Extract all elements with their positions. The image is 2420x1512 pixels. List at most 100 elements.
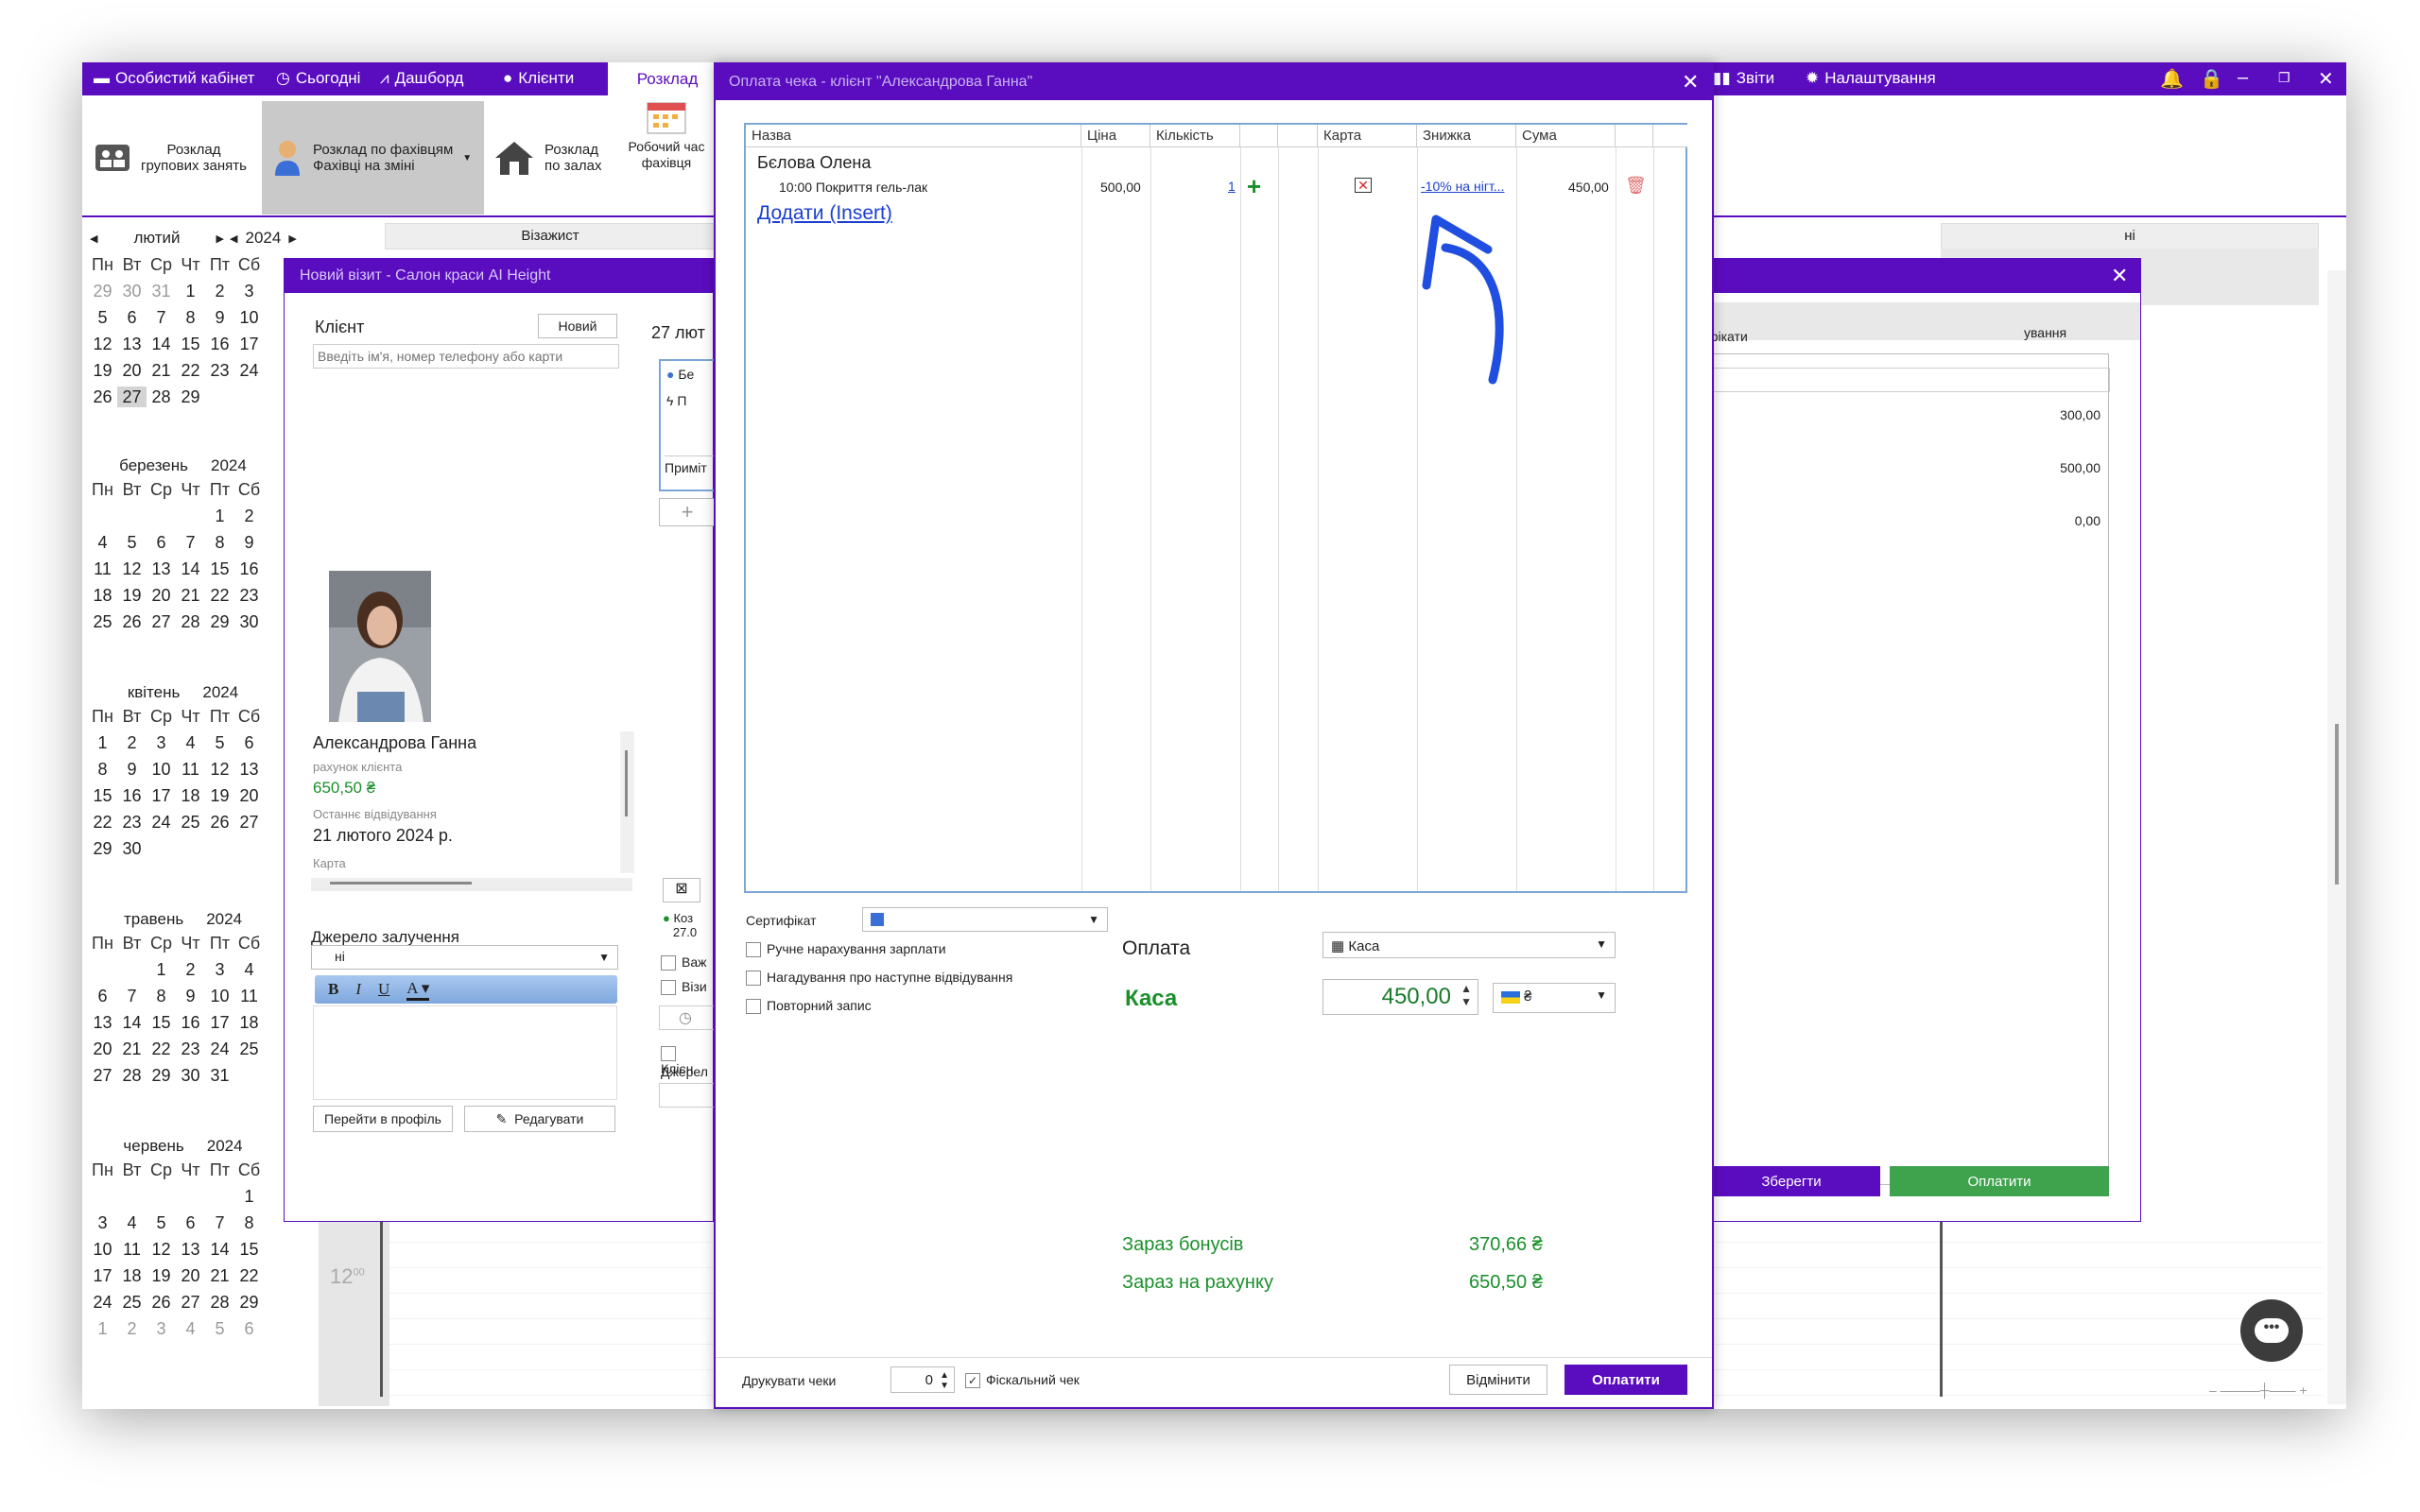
calendar-day[interactable]: 12 <box>147 1239 176 1260</box>
print-count-input[interactable]: 0 ▲ ▼ <box>890 1366 955 1393</box>
appointment-card[interactable]: ● Бе ϟ П Приміт <box>659 359 716 491</box>
chat-icon[interactable]: ••• <box>2240 1299 2303 1362</box>
calendar-day[interactable]: 10 <box>205 986 234 1006</box>
calendar-day[interactable]: 18 <box>176 785 205 806</box>
prev-month-icon[interactable]: ◀ <box>90 232 97 245</box>
calendar-day[interactable]: 1 <box>176 281 205 301</box>
calendar-day[interactable]: 18 <box>234 1012 264 1033</box>
calendar-day[interactable]: 1 <box>205 506 234 526</box>
calendar-day[interactable]: 2 <box>117 1318 147 1339</box>
calendar-day[interactable]: 21 <box>205 1265 234 1286</box>
payment-method-select[interactable]: ▦ Каса ▼ <box>1322 932 1616 958</box>
zoom-slider[interactable]: – ———┼—— + <box>2209 1383 2332 1401</box>
calendar-day[interactable]: 8 <box>147 986 176 1006</box>
certificate-select[interactable]: ▼ <box>862 907 1108 932</box>
manual-salary-checkbox[interactable]: Ручне нарахування зарплати <box>746 941 946 958</box>
calendar-day[interactable]: 14 <box>117 1012 147 1033</box>
calendar-day[interactable]: 23 <box>234 585 264 606</box>
calendar-day[interactable]: 26 <box>205 812 234 833</box>
close-icon[interactable]: ✕ <box>2318 67 2334 91</box>
calendar-day[interactable]: 1 <box>88 732 117 753</box>
work-time-button[interactable]: Робочий час фахівця <box>619 101 714 215</box>
calendar-day[interactable]: 25 <box>234 1039 264 1059</box>
client-scrollbar[interactable] <box>620 731 634 873</box>
calendar-day[interactable]: 29 <box>205 611 234 632</box>
calendar-day[interactable]: 4 <box>176 1318 205 1339</box>
add-service-link[interactable]: Додати (Insert) <box>757 202 892 225</box>
calendar-day[interactable]: 21 <box>147 360 176 381</box>
calendar-day[interactable]: 5 <box>117 532 147 553</box>
calendar-day[interactable]: 24 <box>88 1292 117 1313</box>
client-search-input[interactable] <box>313 344 619 369</box>
calendar-day[interactable]: 23 <box>176 1039 205 1059</box>
calendar-day[interactable]: 5 <box>88 307 117 328</box>
calendar-day[interactable]: 19 <box>88 360 117 381</box>
calendar-day[interactable]: 30 <box>176 1065 205 1086</box>
calendar-day[interactable]: 24 <box>234 360 264 381</box>
currency-select[interactable]: ₴ ▼ <box>1493 983 1616 1013</box>
calendar-day[interactable]: 3 <box>205 959 234 980</box>
card-icon[interactable]: ⊠ <box>663 878 700 902</box>
menu-settings[interactable]: ✹ Налаштування <box>1806 69 1936 88</box>
calendar-day[interactable]: 24 <box>205 1039 234 1059</box>
fiscal-checkbox[interactable]: ✓ Фіскальний чек <box>965 1372 1080 1389</box>
calendar-day[interactable]: 17 <box>205 1012 234 1033</box>
calendar-day[interactable]: 20 <box>117 360 147 381</box>
calendar-day[interactable]: 11 <box>234 986 264 1006</box>
notes-editor[interactable] <box>313 1005 617 1100</box>
calendar-day[interactable]: 14 <box>176 558 205 579</box>
calendar-day[interactable]: 19 <box>205 785 234 806</box>
calendar-day[interactable]: 12 <box>88 334 117 354</box>
calendar-day[interactable]: 31 <box>147 281 176 301</box>
calendar-day[interactable]: 13 <box>88 1012 117 1033</box>
calendar-day[interactable]: 13 <box>234 759 264 780</box>
calendar-day[interactable]: 2 <box>234 506 264 526</box>
calendar-day[interactable]: 3 <box>147 732 176 753</box>
client-hscrollbar[interactable] <box>311 878 632 891</box>
calendar-day[interactable]: 1 <box>147 959 176 980</box>
spinner-icon[interactable]: ▲ ▼ <box>1461 982 1472 1008</box>
calendar-day[interactable]: 13 <box>147 558 176 579</box>
calendar-day[interactable]: 22 <box>147 1039 176 1059</box>
calendar-day[interactable]: 1 <box>88 1318 117 1339</box>
add-service-icon[interactable]: + <box>659 498 716 526</box>
calendar-day[interactable]: 19 <box>117 585 147 606</box>
calendar-day[interactable]: 10 <box>234 307 264 328</box>
calendar-day[interactable]: 26 <box>117 611 147 632</box>
calendar-day[interactable]: 24 <box>147 812 176 833</box>
calendar-day[interactable]: 7 <box>176 532 205 553</box>
calendar-day[interactable]: 16 <box>117 785 147 806</box>
calendar-day[interactable]: 22 <box>205 585 234 606</box>
calendar-day[interactable]: 12 <box>205 759 234 780</box>
nav-year[interactable]: 2024 <box>245 229 281 248</box>
edit-button[interactable]: ✎ Редагувати <box>464 1106 615 1132</box>
tab-schedule[interactable]: Розклад <box>608 62 727 96</box>
menu-today[interactable]: ◷ Сьогодні <box>276 69 360 88</box>
calendar-day[interactable]: 27 <box>88 1065 117 1086</box>
calendar-day[interactable]: 6 <box>147 532 176 553</box>
restore-icon[interactable]: ❐ <box>2278 70 2290 86</box>
calendar-day[interactable]: 6 <box>88 986 117 1006</box>
font-color-button[interactable]: A ▾ <box>406 979 430 1001</box>
calendar-day[interactable]: 2 <box>205 281 234 301</box>
by-rooms-button[interactable]: Розклад по залах <box>493 101 612 215</box>
calendar-day[interactable]: 9 <box>205 307 234 328</box>
calendar-day[interactable]: 15 <box>176 334 205 354</box>
calendar-day[interactable]: 22 <box>234 1265 264 1286</box>
calendar-day[interactable]: 16 <box>205 334 234 354</box>
calendar-day[interactable]: 30 <box>117 281 147 301</box>
new-client-button[interactable]: Новий <box>538 314 617 338</box>
calendar-day[interactable]: 25 <box>176 812 205 833</box>
calendar-day[interactable]: 13 <box>117 334 147 354</box>
calendar-day[interactable]: 3 <box>234 281 264 301</box>
client-name[interactable]: Александрова Ганна <box>313 733 476 753</box>
calendar-day[interactable]: 13 <box>176 1239 205 1260</box>
calendar-day[interactable]: 19 <box>147 1265 176 1286</box>
calendar-day[interactable]: 7 <box>147 307 176 328</box>
calendar-day[interactable]: 6 <box>234 732 264 753</box>
calendar-day[interactable]: 4 <box>176 732 205 753</box>
calendar-day[interactable]: 29 <box>176 387 205 407</box>
calendar-day[interactable]: 8 <box>88 759 117 780</box>
by-specialist-button[interactable]: Розклад по фахівцям Фахівці на зміні ▼ <box>262 101 484 215</box>
menu-clients[interactable]: ● Клієнти <box>503 69 574 88</box>
